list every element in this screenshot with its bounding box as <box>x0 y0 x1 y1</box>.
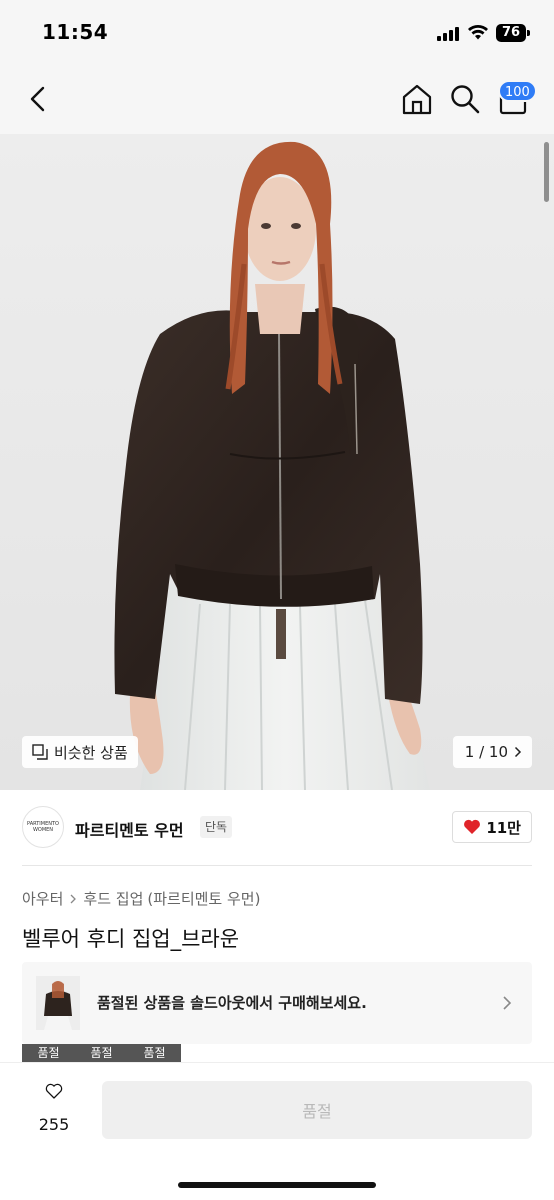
product-title: 벨루어 후디 집업_브라운 <box>22 927 240 951</box>
heart-filled-icon <box>464 819 481 834</box>
product-photo <box>0 134 554 790</box>
soldout-banner-text: 품절된 상품을 솔드아웃에서 구매해보세요. <box>97 994 367 1012</box>
soldout-label: 품절 <box>75 1044 128 1062</box>
search-icon[interactable] <box>448 82 482 116</box>
product-image[interactable]: 비슷한 상품 1 / 10 <box>0 134 554 790</box>
image-counter-label: 1 / 10 <box>464 743 508 761</box>
brand-like-count: 11만 <box>486 818 521 837</box>
soldout-label: 품절 <box>22 1044 75 1062</box>
soldout-labels: 품절 품절 품절 <box>22 1044 181 1062</box>
battery-nub <box>527 30 530 36</box>
status-time: 11:54 <box>42 20 109 44</box>
wish-count: 255 <box>38 1115 70 1134</box>
nav-bar <box>0 64 554 134</box>
breadcrumb: 아우터 후드 집업 (파르티멘토 우먼) <box>22 888 260 909</box>
breadcrumb-item[interactable]: 후드 집업 <box>83 888 143 909</box>
signal-icon <box>437 26 462 41</box>
chevron-right-icon <box>514 746 522 758</box>
back-chevron-icon[interactable] <box>22 82 56 116</box>
home-indicator <box>178 1182 376 1188</box>
scroll-indicator[interactable] <box>544 142 549 202</box>
brand-name[interactable]: 파르티멘토 우먼 <box>75 817 184 841</box>
similar-icon <box>32 744 48 760</box>
heart-outline-icon[interactable] <box>28 1081 80 1115</box>
breadcrumb-item[interactable]: 아우터 <box>22 888 63 909</box>
cart-badge: 100 <box>498 80 537 102</box>
brand-row: PARTIMENTO WOMEN 파르티멘토 우먼 단독 11만 <box>22 806 532 850</box>
brand-like-button[interactable]: 11만 <box>452 811 532 843</box>
bottom-bar: 255 품절 <box>0 1062 554 1200</box>
image-counter[interactable]: 1 / 10 <box>452 736 532 768</box>
chevron-right-icon <box>503 996 512 1010</box>
soldout-buy-button[interactable]: 품절 <box>102 1081 532 1139</box>
similar-products-button[interactable]: 비슷한 상품 <box>22 736 138 768</box>
home-icon[interactable] <box>400 82 434 116</box>
soldout-banner[interactable]: 품절된 상품을 솔드아웃에서 구매해보세요. <box>22 962 532 1044</box>
soldout-thumbnail <box>36 976 80 1030</box>
chevron-right-icon <box>70 894 77 903</box>
exclusive-badge: 단독 <box>200 816 233 838</box>
similar-products-label: 비슷한 상품 <box>54 743 128 762</box>
wifi-icon <box>468 25 488 40</box>
breadcrumb-item[interactable]: (파르티멘토 우먼) <box>147 888 260 909</box>
battery-icon: 76 <box>496 24 526 42</box>
divider <box>22 865 532 866</box>
soldout-label: 품절 <box>128 1044 181 1062</box>
brand-logo[interactable]: PARTIMENTO WOMEN <box>22 806 64 848</box>
status-bar: 11:54 76 <box>0 0 554 64</box>
